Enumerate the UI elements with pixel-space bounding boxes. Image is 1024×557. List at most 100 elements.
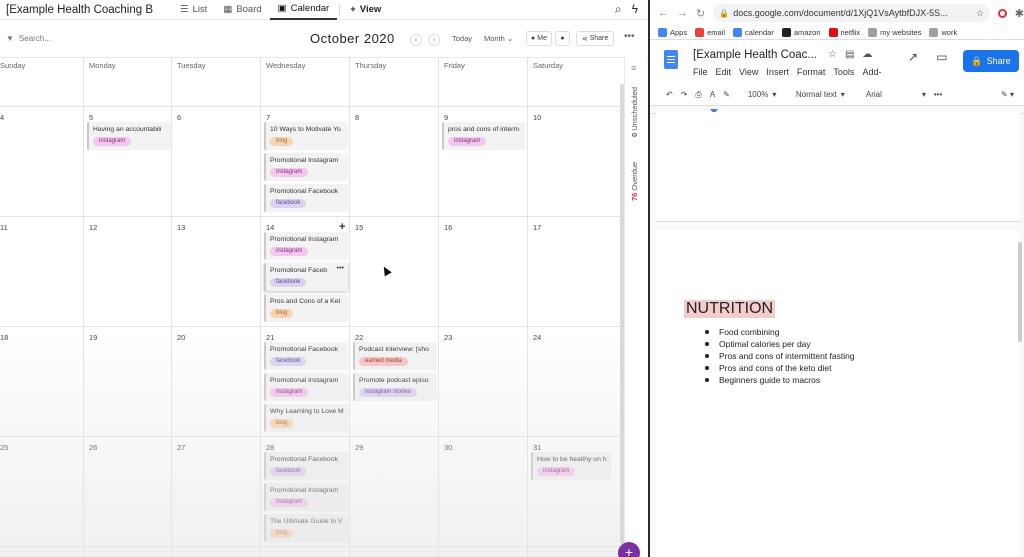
calendar-day-cell[interactable]: [529, 217, 619, 325]
menu-item[interactable]: Add-: [862, 67, 881, 77]
document-title[interactable]: [Example Health Coac...: [693, 49, 817, 61]
document-scrollbar[interactable]: [1018, 242, 1022, 342]
calendar-day-cell[interactable]: [529, 327, 619, 435]
bookmark-item[interactable]: Apps: [658, 28, 687, 37]
menu-item[interactable]: File: [693, 67, 708, 77]
filter-icon[interactable]: ▼: [6, 34, 14, 43]
task-card[interactable]: How to be healthy on h instagram: [531, 452, 611, 480]
sidebar-menu-icon[interactable]: ≡: [631, 63, 636, 73]
calendar-day-cell[interactable]: [440, 327, 527, 435]
task-tag[interactable]: facebook: [270, 467, 307, 476]
reload-icon[interactable]: ↻: [696, 7, 705, 20]
task-tag[interactable]: blog: [270, 309, 294, 318]
back-icon[interactable]: ←: [658, 7, 669, 19]
assignees-button[interactable]: ●: [555, 31, 570, 46]
bookmark-item[interactable]: my websites: [868, 28, 921, 37]
task-tag[interactable]: facebook: [270, 199, 307, 208]
task-card[interactable]: Promotional Facebook facebook: [264, 184, 348, 212]
tab-calendar[interactable]: ▣ Calendar: [269, 0, 338, 20]
more-options-icon[interactable]: •••: [337, 265, 344, 272]
automation-icon[interactable]: ϟ: [632, 2, 638, 17]
task-card[interactable]: Promotional Facebook facebook: [264, 452, 348, 480]
task-card[interactable]: Promotional Instagram instagram: [264, 153, 348, 181]
filter-search[interactable]: ▼ Search...: [0, 34, 120, 43]
bookmark-item[interactable]: work: [929, 28, 957, 37]
activity-trend-icon[interactable]: ↗: [908, 50, 918, 64]
task-tag[interactable]: facebook: [270, 278, 307, 287]
calendar-day-cell[interactable]: [173, 217, 260, 325]
task-tag[interactable]: instagram: [270, 498, 309, 507]
font-dropdown[interactable]: Arial ▾: [866, 90, 926, 99]
overdue-toggle[interactable]: 76 Overdue: [630, 162, 639, 201]
task-card[interactable]: The Ultimate Guide to V blog: [264, 514, 348, 542]
address-bar[interactable]: 🔒 docs.google.com/document/d/1XjQ1VsAytb…: [713, 4, 990, 22]
star-icon[interactable]: ☆: [828, 49, 837, 60]
add-view-button[interactable]: + View: [342, 0, 389, 20]
calendar-day-cell[interactable]: [0, 107, 82, 215]
calendar-day-cell[interactable]: [351, 437, 438, 545]
bookmark-star-icon[interactable]: ☆: [976, 8, 984, 19]
docs-logo-icon[interactable]: [664, 50, 678, 69]
redo-icon[interactable]: ↷: [681, 90, 688, 99]
tab-board[interactable]: ▦ Board: [215, 0, 269, 20]
menu-item[interactable]: Format: [797, 67, 826, 77]
bookmark-item[interactable]: email: [695, 28, 725, 37]
editing-mode-icon[interactable]: ✎ ▾: [1001, 90, 1024, 99]
docs-share-button[interactable]: 🔒 Share: [963, 50, 1019, 72]
calendar-day-cell[interactable]: [0, 217, 82, 325]
today-button[interactable]: Today: [452, 34, 472, 43]
task-tag[interactable]: instagram stories: [359, 388, 417, 397]
search-input[interactable]: Search...: [19, 34, 51, 43]
spellcheck-icon[interactable]: A: [710, 90, 715, 99]
more-tools-icon[interactable]: •••: [934, 90, 942, 99]
paint-format-icon[interactable]: ✎: [723, 90, 730, 99]
task-tag[interactable]: earned media: [359, 357, 408, 366]
task-tag[interactable]: instagram: [93, 137, 132, 146]
task-card[interactable]: Pros and Cons of a Ket blog: [264, 294, 348, 322]
calendar-day-cell[interactable]: [173, 107, 260, 215]
forward-icon[interactable]: →: [677, 7, 688, 19]
calendar-day-cell[interactable]: [85, 327, 171, 435]
task-card[interactable]: 10 Ways to Motivate Yo blog: [264, 122, 348, 150]
share-button[interactable]: ⋖ Share: [576, 31, 614, 46]
task-tag[interactable]: instagram: [270, 168, 309, 177]
task-card[interactable]: Why Learning to Love M blog: [264, 404, 348, 432]
menu-item[interactable]: Tools: [833, 67, 854, 77]
comments-icon[interactable]: ▭: [936, 50, 947, 64]
task-card[interactable]: Promotional Instagram instagram: [264, 232, 348, 260]
bookmark-item[interactable]: amazon: [781, 28, 821, 37]
calendar-day-cell[interactable]: [351, 107, 438, 215]
calendar-day-cell[interactable]: [0, 437, 82, 545]
task-card[interactable]: Promotional Instagram instagram: [264, 373, 348, 401]
bookmark-item[interactable]: netflix: [828, 28, 860, 37]
prev-month-button[interactable]: ‹: [410, 34, 422, 46]
zoom-dropdown[interactable]: 100% ▾: [748, 90, 788, 99]
tab-list[interactable]: ☰ List: [172, 0, 215, 20]
month-mode-dropdown[interactable]: Month ⌄: [484, 34, 513, 43]
task-card[interactable]: pros and cons of interm instagram: [442, 122, 526, 150]
menu-item[interactable]: Edit: [716, 67, 732, 77]
document-page-2[interactable]: NUTRITION Food combining Optimal calorie…: [656, 230, 1020, 557]
menu-item[interactable]: Insert: [766, 67, 789, 77]
task-tag[interactable]: blog: [270, 529, 294, 538]
search-icon[interactable]: ⌕: [615, 2, 622, 17]
extensions-puzzle-icon[interactable]: ✱: [1015, 7, 1024, 20]
task-card[interactable]: Promote podcast episo instagram stories: [353, 373, 437, 401]
calendar-day-cell[interactable]: [351, 217, 438, 325]
calendar-day-cell[interactable]: [440, 437, 527, 545]
undo-icon[interactable]: ↶: [666, 90, 673, 99]
menu-item[interactable]: View: [739, 67, 758, 77]
more-options-icon[interactable]: •••: [624, 31, 635, 42]
task-tag[interactable]: facebook: [270, 357, 307, 366]
bookmark-item[interactable]: calendar: [733, 28, 774, 37]
calendar-day-cell[interactable]: [0, 327, 82, 435]
task-card[interactable]: Having an accountabili instagram: [87, 122, 171, 150]
print-icon[interactable]: ⎙: [695, 90, 701, 100]
calendar-day-cell[interactable]: [85, 437, 171, 545]
calendar-day-cell[interactable]: [529, 107, 619, 215]
calendar-day-cell[interactable]: [173, 327, 260, 435]
task-card[interactable]: Promotional Facebook facebook: [264, 342, 348, 370]
task-tag[interactable]: instagram: [448, 137, 487, 146]
quick-create-button[interactable]: +: [618, 542, 640, 557]
style-dropdown[interactable]: Normal text ▾: [796, 90, 858, 99]
